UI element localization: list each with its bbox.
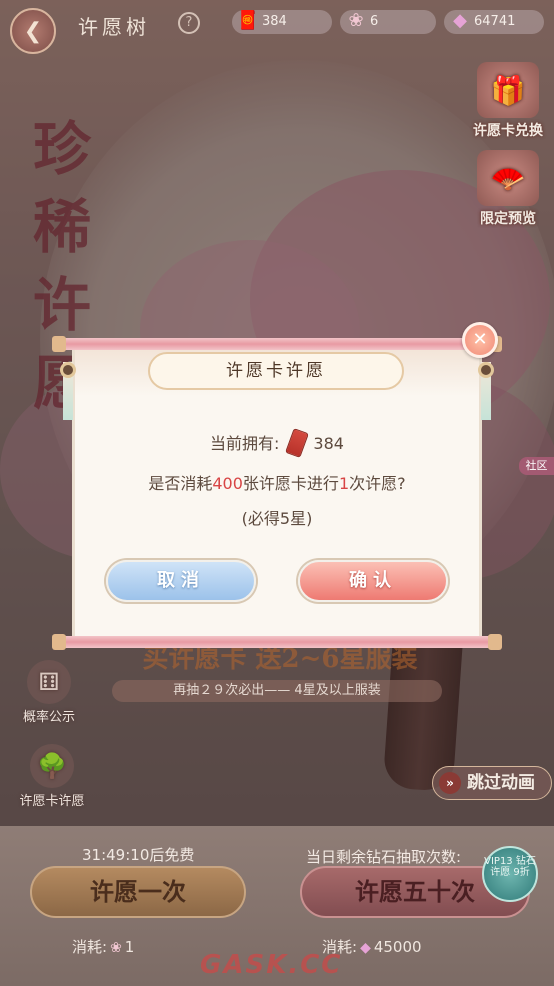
gem-icon: ❀ bbox=[110, 940, 122, 956]
scroll-rod-top bbox=[52, 336, 502, 352]
left-item-label: 概率公示 bbox=[22, 710, 75, 725]
cancel-button[interactable]: 取消 bbox=[106, 560, 256, 602]
back-button[interactable]: ❮ bbox=[10, 8, 56, 54]
close-icon: ✕ bbox=[472, 329, 488, 350]
question-text: 张许愿卡进行 bbox=[242, 474, 339, 493]
skip-label: 跳过动画 bbox=[467, 773, 535, 793]
side-item-limited-preview[interactable]: 🪭 限定预览 bbox=[460, 150, 554, 228]
page-title: 许愿树 bbox=[78, 15, 150, 39]
guarantee-note: (必得5星) bbox=[241, 509, 313, 528]
diamond-icon: ◆ bbox=[360, 940, 371, 956]
vip-discount-badge: VIP13 钻石许愿 9折 bbox=[482, 846, 538, 902]
diamond-value: 64741 bbox=[474, 14, 516, 29]
pink-gem-counter: ❀ 6 bbox=[340, 10, 436, 34]
wish-card-value: 384 bbox=[262, 14, 287, 29]
confirm-question: 是否消耗400张许愿卡进行1次许愿? bbox=[72, 470, 482, 494]
knot-left bbox=[60, 362, 76, 378]
side-item-label: 许愿卡兑换 bbox=[473, 123, 543, 139]
ticket-icon bbox=[285, 428, 310, 458]
cost-label: 消耗: bbox=[72, 938, 108, 956]
cost-once: 消耗: ❀ 1 bbox=[72, 936, 134, 957]
left-item-wish-card-wish[interactable]: 🌳 许愿卡许愿 bbox=[4, 744, 100, 809]
close-button[interactable]: ✕ bbox=[462, 322, 498, 358]
ticket-icon: 🧧 bbox=[236, 10, 260, 31]
left-item-label: 许愿卡许愿 bbox=[19, 794, 85, 809]
back-arrow-icon: ❮ bbox=[23, 18, 43, 44]
left-item-probability[interactable]: ⚅ 概率公示 bbox=[14, 660, 84, 725]
banner-subtext: 再抽２９次必出—— 4星及以上服装 bbox=[112, 680, 442, 702]
confirm-button[interactable]: 确认 bbox=[298, 560, 448, 602]
owned-value: 384 bbox=[313, 434, 344, 453]
diamond-icon: ◆ bbox=[453, 10, 467, 31]
skip-animation-button[interactable]: » 跳过动画 bbox=[432, 766, 552, 800]
scroll-rod-bottom bbox=[52, 634, 502, 650]
owned-count-line: 当前拥有: 384 bbox=[72, 428, 482, 458]
side-item-wish-card-exchange[interactable]: 🎁 许愿卡兑换 bbox=[460, 62, 554, 140]
fan-icon: 🪭 bbox=[477, 150, 539, 206]
question-text: 次许愿? bbox=[349, 474, 406, 493]
skip-icon: » bbox=[439, 772, 461, 794]
question-text: 是否消耗 bbox=[148, 474, 213, 493]
cost-value: 1 bbox=[124, 938, 135, 956]
top-bar: ❮ 许愿树 ? 🧧 384 ❀ 6 ◆ 64741 bbox=[0, 0, 554, 54]
draws-left-label: 当日剩余钻石抽取次数: bbox=[306, 848, 462, 866]
social-tag[interactable]: 社区 bbox=[519, 457, 554, 475]
dice-icon: ⚅ bbox=[27, 660, 71, 704]
gift-box-icon: 🎁 bbox=[477, 62, 539, 118]
owned-label: 当前拥有: bbox=[210, 434, 280, 453]
side-item-label: 限定预览 bbox=[480, 211, 536, 227]
wish-card-counter: 🧧 384 bbox=[232, 10, 332, 34]
watermark: GASK.CC bbox=[200, 950, 343, 980]
tree-icon: 🌳 bbox=[30, 744, 74, 788]
gem-icon: ❀ bbox=[348, 10, 364, 31]
pink-gem-value: 6 bbox=[370, 14, 379, 29]
diamond-counter: ◆ 64741 bbox=[444, 10, 544, 34]
free-timer: 31:49:10后免费 bbox=[82, 846, 195, 864]
cost-value: 45000 bbox=[373, 938, 422, 956]
question-card-count: 400 bbox=[212, 474, 243, 493]
question-times: 1 bbox=[338, 474, 350, 493]
help-icon[interactable]: ? bbox=[178, 12, 200, 34]
knot-right bbox=[478, 362, 494, 378]
dialog-title: 许愿卡许愿 bbox=[148, 352, 404, 390]
wish-once-button[interactable]: 许愿一次 bbox=[30, 866, 246, 918]
